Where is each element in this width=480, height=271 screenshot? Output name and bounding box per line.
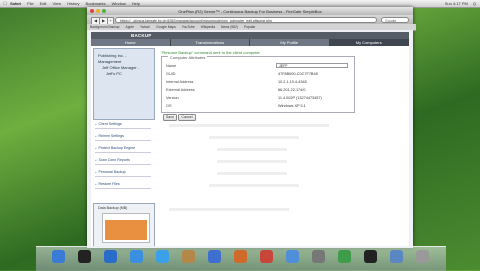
menu-history[interactable]: History [67,1,79,6]
chart-plot [102,213,150,243]
sidebar-item-personal-backup[interactable]: Personal Backup [95,168,151,177]
safari-icon[interactable] [130,250,143,263]
menu-bookmarks[interactable]: Bookmarks [86,1,106,6]
bookmark-item[interactable]: Wikipedia [201,25,215,29]
time-machine-icon[interactable] [338,250,351,263]
faded-row [217,172,287,175]
system-preferences-icon[interactable] [312,250,325,263]
sidebar-item-protect-backup[interactable]: Protect Backup Engine [95,144,151,153]
site-header: BACKUP [91,32,409,39]
tab-transformations[interactable]: Transformations [170,39,250,46]
sidebar: Publishing Inc. - Management Jeff Office… [93,48,155,247]
url-field[interactable]: https://...stivaus.fangate.bc.ch:8280/ma… [115,16,377,23]
ichat-icon[interactable] [156,250,169,263]
clock[interactable]: Sun 4:17 PM [445,1,468,6]
address-book-icon[interactable] [182,250,195,263]
mail-icon[interactable] [104,250,117,263]
name-field[interactable]: JEFF [276,63,348,68]
web-page: BACKUP Home Transformations My Profile M… [87,30,413,248]
main-content: "Resume Backup" command sent to the clie… [159,48,407,246]
faded-row [217,148,287,151]
menu-window[interactable]: Window [112,1,126,6]
tab-my-profile[interactable]: My Profile [250,39,330,46]
ical-icon[interactable] [260,250,273,263]
faded-row [217,160,287,163]
bookmark-item[interactable]: News (982) [221,25,238,29]
org-item[interactable]: Jeff Office Manager - [102,65,139,70]
tab-home[interactable]: Home [91,39,171,46]
apple-icon[interactable]:  [0,1,10,7]
faded-row [169,124,329,127]
org-item[interactable]: Management [98,59,121,64]
bookmark-item[interactable]: YouTube [182,25,195,29]
dock [36,246,446,271]
faded-row [209,136,299,139]
field-value: 47F8B000-C0C7F7B48 [278,72,318,76]
faded-row [209,184,299,187]
fieldset-legend: Computer Attributes [168,55,208,60]
toolbar: ◀ ▶ + https://...stivaus.fangate.bc.ch:8… [87,15,413,25]
field-value: 66.201.22.174/0 [278,88,306,92]
spotlight-icon[interactable]: Q [473,1,476,6]
field-label: External Address [166,88,195,92]
cancel-button[interactable]: Cancel [178,114,196,121]
folder-icon[interactable] [390,250,403,263]
field-value: 10.2.1.10.4-4345 [278,80,307,84]
field-label: GUID [166,72,176,76]
bookmark-item[interactable]: Google Maps [156,25,176,29]
itunes-icon[interactable] [208,250,221,263]
field-value: 11.4.002P (13274473457) [278,96,322,100]
terminal-icon[interactable] [364,250,377,263]
sidebar-item-reimm-settings[interactable]: Reimm Settings [95,132,151,141]
field-label: Name [166,64,177,68]
site-logo[interactable]: BACKUP [131,33,151,38]
window-title: OnePlan (R2) Server™ - Continuous Backup… [178,8,322,14]
faded-settings-area [169,124,339,216]
menu-safari[interactable]: Safari [10,1,21,6]
faded-row [169,208,289,211]
chart-title: Data Backup (MB) [98,206,128,210]
photo-icon[interactable] [234,250,247,263]
org-item[interactable]: Publishing Inc. - [98,53,126,58]
computer-attributes: Computer Attributes Name JEFF GUID 47F8B… [161,55,355,113]
bookmark-item[interactable]: Apple [126,25,134,29]
field-label: Version [166,96,179,100]
bookmark-item[interactable]: Popular [244,25,255,29]
field-label: Internal Address [166,80,194,84]
tab-my-computers[interactable]: My Computers [329,39,409,46]
title-bar: OnePlan (R2) Server™ - Continuous Backup… [87,7,413,15]
menu-view[interactable]: View [52,1,61,6]
org-tree: Publishing Inc. - Management Jeff Office… [93,48,155,120]
backup-chart: Data Backup (MB) [93,203,155,247]
search-input[interactable]: Google [381,16,409,23]
trash-icon[interactable] [416,250,429,263]
site-container: BACKUP Home Transformations My Profile M… [91,32,409,248]
preview-icon[interactable] [286,250,299,263]
sidebar-item-restore-files[interactable]: Restore Files [95,180,151,189]
save-button[interactable]: Save [163,114,177,121]
finder-icon[interactable] [52,250,65,263]
chart-area [105,220,147,240]
menu-file[interactable]: File [27,1,33,6]
field-label: OS [166,104,172,108]
bookmark-item[interactable]: Background Backup [90,25,120,29]
menu-edit[interactable]: Edit [40,1,47,6]
bookmark-item[interactable]: Yahoo! [140,25,150,29]
dashboard-icon[interactable] [78,250,91,263]
sidebar-item-scan-reports[interactable]: Scan Conn Reports [95,156,151,165]
main-tabs: Home Transformations My Profile My Compu… [91,39,409,46]
sidebar-item-client-settings[interactable]: Client Settings [95,120,151,129]
org-item[interactable]: Jeff's PC [106,71,122,76]
field-value: Windows XP 5.1 [278,104,306,108]
browser-window: OnePlan (R2) Server™ - Continuous Backup… [87,7,416,248]
menu-help[interactable]: Help [132,1,140,6]
